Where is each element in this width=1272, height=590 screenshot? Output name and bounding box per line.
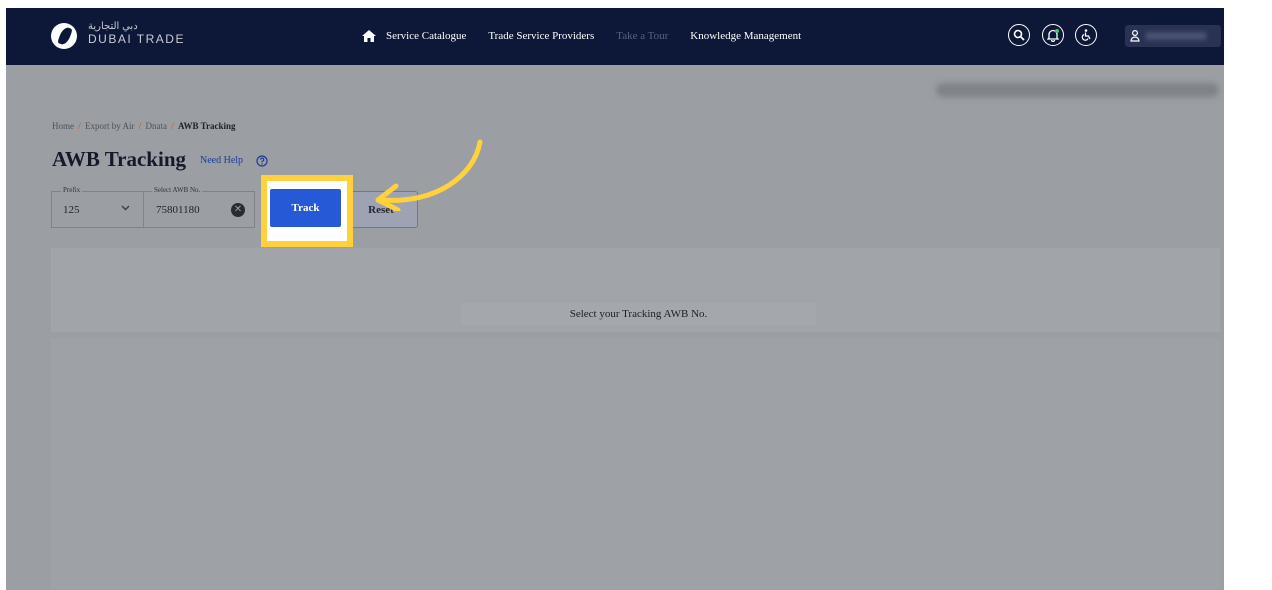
breadcrumb-dnata[interactable]: Dnata <box>146 121 168 131</box>
breadcrumb-home[interactable]: Home <box>52 121 74 131</box>
breadcrumb-current: AWB Tracking <box>178 121 236 131</box>
home-icon[interactable] <box>362 30 376 42</box>
search-button[interactable] <box>1008 24 1030 46</box>
track-button[interactable]: Track <box>270 189 341 227</box>
brand-name-en: DUBAI TRADE <box>88 32 185 46</box>
nav-knowledge-management[interactable]: Knowledge Management <box>690 30 801 42</box>
nav-service-catalogue[interactable]: Service Catalogue <box>386 30 466 42</box>
prefix-label: Prefix <box>61 186 83 194</box>
top-navbar: دبي التجارية DUBAI TRADE Service Catalog… <box>6 8 1224 65</box>
tracking-details-area <box>51 338 1220 590</box>
awb-number-input[interactable]: 75801180 ✕ <box>143 191 255 228</box>
chevron-down-icon <box>121 205 130 211</box>
main-nav: Service Catalogue Trade Service Provider… <box>362 30 823 42</box>
redacted-info-strip <box>936 83 1219 97</box>
brand-logo[interactable]: دبي التجارية DUBAI TRADE <box>88 21 185 46</box>
help-icon[interactable] <box>256 155 268 167</box>
dubai-trade-logo-icon[interactable] <box>51 23 77 49</box>
need-help-link[interactable]: Need Help <box>200 155 243 166</box>
brand-name-ar: دبي التجارية <box>88 21 138 32</box>
clear-icon[interactable]: ✕ <box>231 203 245 217</box>
nav-trade-service-providers[interactable]: Trade Service Providers <box>488 30 594 42</box>
accessibility-button[interactable] <box>1075 24 1097 46</box>
search-icon <box>1013 29 1025 41</box>
prefix-select[interactable]: 125 <box>51 191 143 228</box>
tracking-result-panel: Select your Tracking AWB No. <box>51 248 1220 332</box>
tracking-placeholder-text: Select your Tracking AWB No. <box>461 303 816 325</box>
bell-icon <box>1047 28 1059 42</box>
user-menu[interactable] <box>1125 25 1221 47</box>
breadcrumb: Home / Export by Air / Dnata / AWB Track… <box>52 121 235 131</box>
breadcrumb-export-by-air[interactable]: Export by Air <box>85 121 135 131</box>
prefix-value: 125 <box>63 204 80 216</box>
notifications-button[interactable] <box>1042 24 1064 46</box>
app-frame: دبي التجارية DUBAI TRADE Service Catalog… <box>6 8 1224 590</box>
awb-number-label: Select AWB No. <box>152 186 203 194</box>
breadcrumb-separator: / <box>78 121 81 131</box>
awb-number-value: 75801180 <box>156 204 200 216</box>
accessibility-icon <box>1081 29 1091 41</box>
nav-take-a-tour[interactable]: Take a Tour <box>616 30 668 42</box>
user-name-redacted <box>1145 32 1207 40</box>
tutorial-arrow-icon <box>375 139 483 211</box>
user-icon <box>1130 30 1140 42</box>
page-title: AWB Tracking <box>52 147 186 171</box>
breadcrumb-separator: / <box>138 121 142 131</box>
breadcrumb-separator: / <box>171 121 174 131</box>
